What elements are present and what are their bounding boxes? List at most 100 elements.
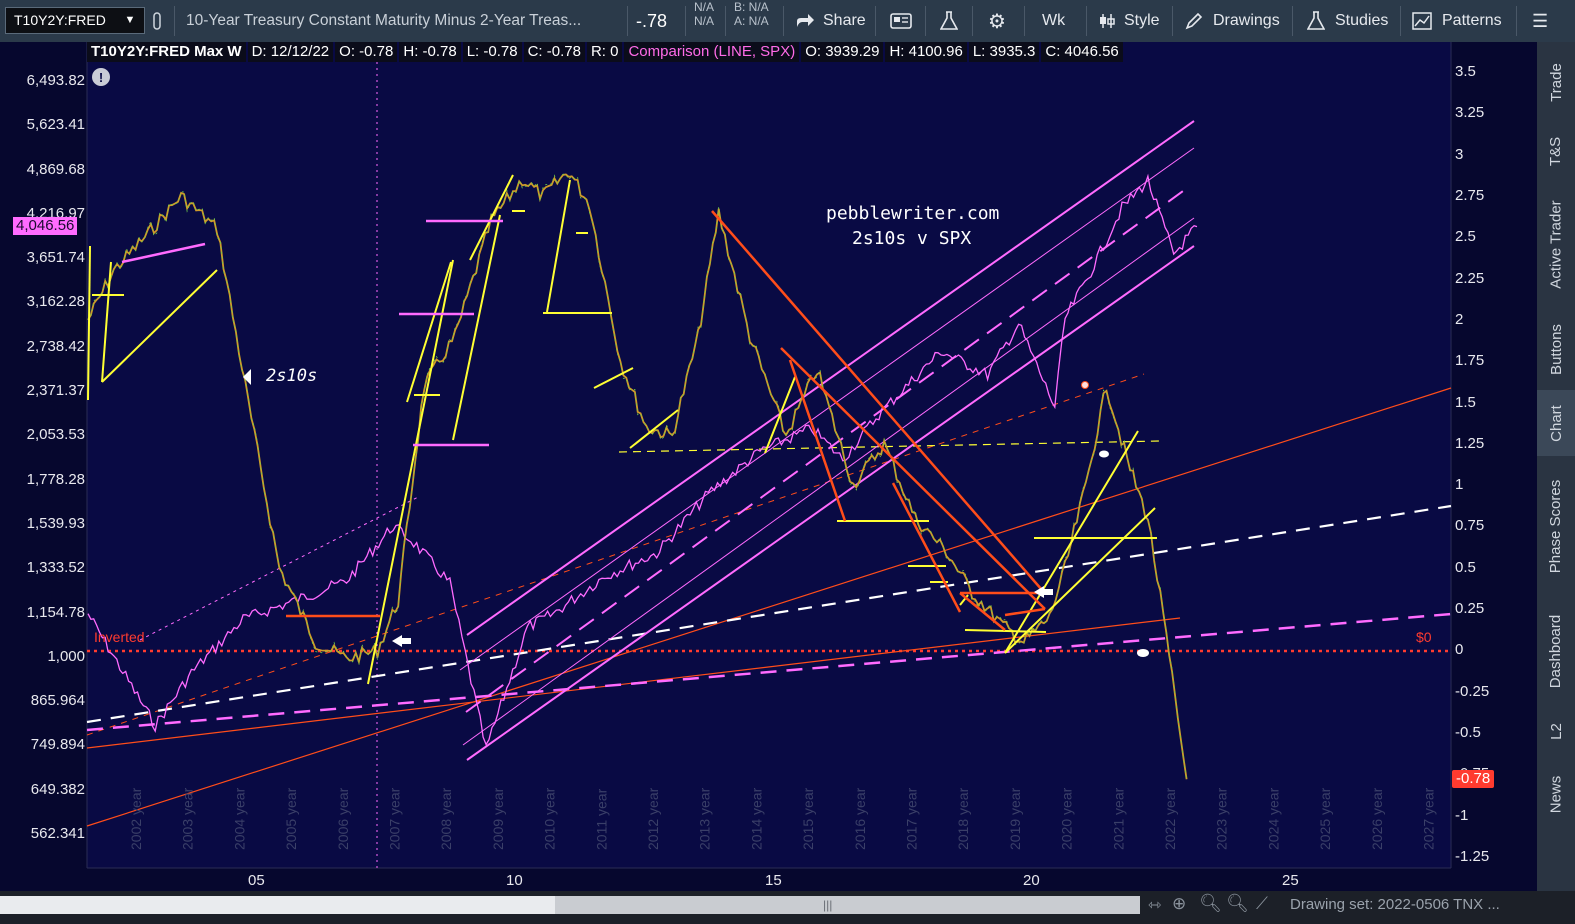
- legend-date: D: 12/12/22: [247, 42, 334, 62]
- chart-area[interactable]: ! 2002 year 2003 year 2004 year 2005 year 20…: [0, 42, 1537, 891]
- year-label: 2018 year: [955, 787, 971, 850]
- legend-cmp-low: L: 3935.3: [968, 42, 1040, 62]
- drawing-set-label[interactable]: Drawing set: 2022-0506 TNX ...: [1290, 896, 1500, 913]
- left-axis-tick: 2,053.53: [26, 426, 85, 444]
- ask-value: A: N/A: [734, 14, 769, 28]
- right-axis-tick: -0.5: [1455, 724, 1481, 742]
- right-axis-tick: 0.5: [1455, 558, 1476, 576]
- right-sidebar: Trade T&S Active Trader Buttons Chart Ph…: [1537, 42, 1575, 891]
- year-label: 2024 year: [1265, 787, 1281, 850]
- year-label: 2023 year: [1214, 787, 1230, 850]
- left-axis-tick: 1,333.52: [26, 559, 85, 577]
- sidebar-tab-dashboard[interactable]: Dashboard: [1537, 596, 1575, 706]
- share-button[interactable]: Share: [795, 0, 866, 42]
- t10-price-tag: -0.78: [1452, 770, 1495, 788]
- right-axis-tick: 0.25: [1455, 600, 1485, 618]
- scrollbar-thumb[interactable]: [555, 896, 1140, 914]
- left-axis-tick: 6,493.82: [26, 72, 85, 89]
- year-label: 2015 year: [800, 787, 816, 850]
- gear-icon[interactable]: ⚙: [988, 0, 1006, 42]
- style-button[interactable]: Style: [1098, 0, 1160, 42]
- time-axis-tick: 10: [506, 872, 523, 889]
- svg-text:!: !: [99, 70, 103, 85]
- candles-icon: [1100, 14, 1115, 28]
- link-icon[interactable]: [152, 0, 170, 42]
- right-axis-tick: 2.5: [1455, 228, 1476, 246]
- year-label: 2025 year: [1317, 787, 1333, 850]
- timeframe-button[interactable]: Wk: [1042, 0, 1065, 42]
- sidebar-tab-chart[interactable]: Chart: [1537, 390, 1575, 456]
- sidebar-tab-l2[interactable]: L2: [1537, 706, 1575, 756]
- site-annotation: pebblewriter.com: [826, 203, 1000, 224]
- left-axis-tick: 562.341: [30, 825, 85, 842]
- sidebar-tab-ts[interactable]: T&S: [1537, 122, 1575, 180]
- year-label: 2008 year: [438, 787, 454, 850]
- legend-range: R: 0: [586, 42, 623, 62]
- time-axis-tick: 25: [1282, 872, 1299, 889]
- left-axis-tick: 5,623.41: [26, 116, 85, 134]
- year-label: 2020 year: [1059, 787, 1075, 850]
- right-axis-tick: 1.75: [1455, 352, 1485, 370]
- year-label: 2017 year: [904, 787, 920, 850]
- time-axis-tick: 20: [1023, 872, 1040, 889]
- right-axis-tick: 2.25: [1455, 269, 1485, 287]
- left-axis-tick: 1,000: [47, 647, 85, 665]
- year-label: 2002 year: [128, 787, 144, 850]
- bid-size: N/A: [694, 0, 715, 14]
- flask-icon: [1307, 11, 1325, 30]
- crosshair-icon[interactable]: ⊕: [1172, 894, 1186, 914]
- right-axis-tick: 1.25: [1455, 434, 1485, 452]
- sidebar-tab-active-trader[interactable]: Active Trader: [1537, 180, 1575, 308]
- sidebar-tab-news[interactable]: News: [1537, 756, 1575, 832]
- year-label: 2019 year: [1007, 787, 1023, 850]
- inverted-label: Inverted: [94, 629, 145, 645]
- year-label: 2013 year: [697, 787, 713, 850]
- chart-canvas[interactable]: ! 2002 year 2003 year 2004 year 2005 year 20…: [0, 42, 1537, 891]
- year-label: 2005 year: [283, 787, 299, 850]
- left-axis-tick: 1,154.78: [26, 603, 85, 621]
- right-axis-tick: 0: [1455, 641, 1464, 659]
- year-label: 2011 year: [593, 788, 609, 850]
- legend-comparison[interactable]: Comparison (LINE, SPX): [624, 42, 800, 62]
- left-axis-tick: 865.964: [30, 692, 85, 710]
- patterns-icon: [1412, 12, 1432, 30]
- top-toolbar: T10Y2Y:FRED ▼ 10-Year Treasury Constant …: [0, 0, 1575, 43]
- horizontal-scrollbar[interactable]: |||: [0, 896, 1140, 914]
- year-label: 2022 year: [1162, 787, 1178, 850]
- bid-value: B: N/A: [734, 0, 769, 14]
- drawing-tool-icon[interactable]: ⟋: [1256, 894, 1268, 914]
- drawings-button[interactable]: Drawings: [1185, 0, 1280, 42]
- sidebar-tab-trade[interactable]: Trade: [1537, 42, 1575, 122]
- drawings-label: Drawings: [1213, 12, 1280, 29]
- patterns-button[interactable]: Patterns: [1412, 0, 1502, 42]
- subtitle-annotation: 2s10s v SPX: [852, 228, 972, 249]
- ask-size: N/A: [694, 14, 715, 28]
- left-axis-tick: 649.382: [30, 780, 85, 798]
- left-axis-tick: 3,651.74: [26, 249, 85, 267]
- zoom-in-icon[interactable]: 🔍︎: [1199, 893, 1222, 914]
- year-label: 2007 year: [387, 787, 403, 850]
- right-axis-tick: 1.5: [1455, 393, 1476, 411]
- share-label: Share: [823, 12, 866, 29]
- left-axis-tick: 1,778.28: [26, 470, 85, 488]
- right-axis-tick: 3.5: [1455, 63, 1476, 80]
- legend-close: C: -0.78: [523, 42, 585, 62]
- time-axis-tick: 05: [248, 872, 265, 889]
- chevron-down-icon[interactable]: ▼: [118, 9, 142, 31]
- left-axis-tick: 749.894: [30, 736, 85, 754]
- studies-button[interactable]: Studies: [1307, 0, 1388, 42]
- patterns-label: Patterns: [1442, 12, 1502, 29]
- expand-icon[interactable]: ⇿: [1148, 895, 1161, 915]
- studies-label: Studies: [1335, 12, 1389, 29]
- zoom-out-icon[interactable]: 🔍︎: [1226, 893, 1249, 914]
- symbol-description: 10-Year Treasury Constant Maturity Minus…: [186, 12, 582, 29]
- flask-icon[interactable]: [940, 0, 958, 42]
- sidebar-tab-phase-scores[interactable]: Phase Scores: [1537, 456, 1575, 596]
- sidebar-tab-buttons[interactable]: Buttons: [1537, 308, 1575, 390]
- news-icon[interactable]: [890, 0, 912, 42]
- year-label: 2012 year: [645, 787, 661, 850]
- menu-icon[interactable]: ☰: [1532, 0, 1548, 42]
- right-axis-tick: 0.75: [1455, 517, 1485, 535]
- year-label: 2003 year: [180, 787, 196, 850]
- pencil-icon: [1185, 12, 1203, 30]
